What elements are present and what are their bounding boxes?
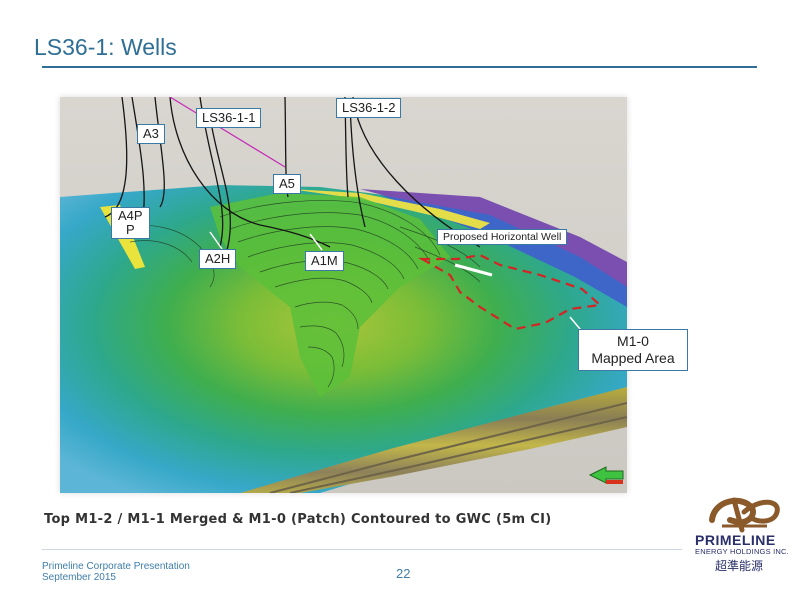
label-a5: A5	[273, 174, 301, 194]
label-a3: A3	[137, 124, 165, 144]
logo-subtitle: ENERGY HOLDINGS INC.	[695, 547, 789, 556]
label-ls36-1-1: LS36-1-1	[196, 108, 262, 128]
label-a1m: A1M	[305, 251, 344, 271]
label-proposed-horizontal-well: Proposed Horizontal Well	[437, 229, 568, 245]
footer-line-2: September 2015	[42, 572, 116, 583]
footer-text: Primeline Corporate Presentation Septemb…	[42, 561, 190, 583]
label-a4p: A4P P	[111, 207, 150, 239]
label-a2h: A2H	[199, 249, 237, 269]
footer-rule	[42, 549, 682, 550]
footer-line-1: Primeline Corporate Presentation	[42, 561, 190, 572]
slide-title: LS36-1: Wells	[34, 34, 177, 60]
page-number: 22	[396, 566, 411, 581]
map-image-svg	[60, 97, 627, 493]
reservoir-3d-map	[60, 97, 627, 493]
figure-caption: Top M1-2 / M1-1 Merged & M1-0 (Patch) Co…	[44, 512, 552, 527]
label-ls36-1-2: LS36-1-2	[336, 98, 402, 118]
logo-name: PRIMELINE	[695, 532, 776, 548]
title-rule	[42, 66, 757, 68]
logo-chinese-name: 超準能源	[715, 559, 764, 573]
label-m1-0-mapped-area: M1-0 Mapped Area	[578, 329, 688, 371]
